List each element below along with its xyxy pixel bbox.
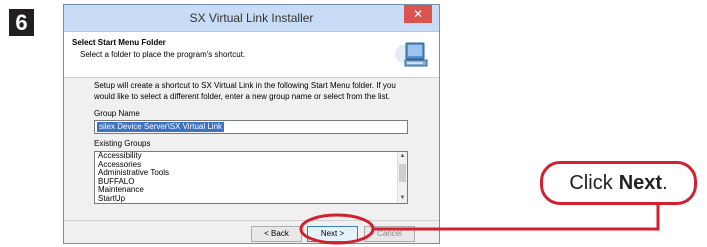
next-highlight-circle — [299, 213, 375, 245]
instruction-callout: Click Next. — [540, 161, 697, 205]
callout-connector — [373, 204, 660, 231]
callout-prefix: Click — [569, 171, 613, 194]
callout-action: Next — [618, 171, 663, 194]
callout-suffix: . — [662, 171, 668, 194]
annotation-overlay — [299, 204, 660, 245]
